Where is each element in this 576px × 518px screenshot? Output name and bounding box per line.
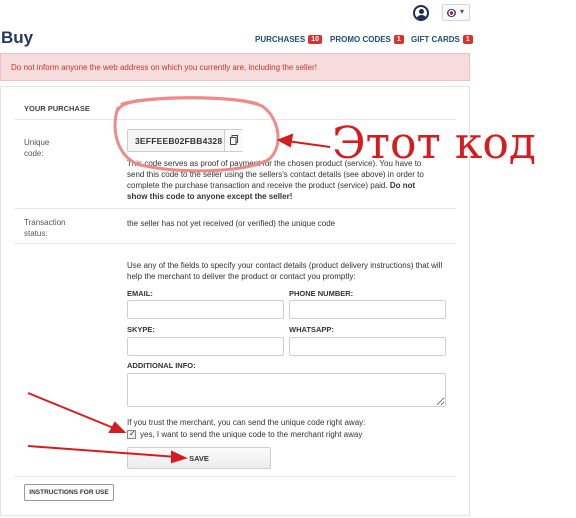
purchases-count-badge: 10	[308, 35, 323, 44]
uk-flag-icon	[447, 9, 456, 17]
copy-icon	[230, 135, 238, 145]
transaction-status-label-line1: Transaction	[24, 218, 66, 227]
nav-purchases[interactable]: PURCHASES 10	[255, 35, 323, 44]
phone-label: PHONE NUMBER:	[289, 289, 354, 298]
additional-info-label: ADDITIONAL INFO:	[127, 361, 196, 370]
warning-text: Do not inform anyone the web address on …	[11, 63, 317, 72]
save-button[interactable]: SAVE	[127, 447, 271, 469]
divider	[14, 243, 456, 244]
skype-label: SKYPE:	[127, 325, 155, 334]
send-code-checkbox[interactable]: ✓	[127, 429, 136, 439]
nav-purchases-label: PURCHASES	[255, 35, 306, 44]
page-title: Buy	[1, 28, 34, 47]
promo-codes-count-badge: 1	[393, 35, 404, 44]
email-label: EMAIL:	[127, 289, 153, 298]
save-button-label: SAVE	[189, 454, 209, 463]
trust-text: If you trust the merchant, you can send …	[127, 418, 366, 427]
contact-intro: Use any of the fields to specify your co…	[127, 261, 443, 281]
phone-input[interactable]	[289, 300, 446, 319]
warning-banner: Do not inform anyone the web address on …	[0, 53, 470, 81]
additional-info-textarea[interactable]	[127, 373, 446, 407]
transaction-status-label-line2: status:	[24, 229, 48, 238]
nav-gift-cards-label: GIFT CARDS	[411, 35, 460, 44]
nav-promo-codes[interactable]: PROMO CODES 1	[330, 35, 404, 44]
user-account-icon[interactable]	[413, 5, 429, 21]
user-head-shape	[419, 9, 424, 14]
whatsapp-input[interactable]	[289, 337, 446, 356]
checkmark-icon: ✓	[129, 429, 136, 438]
send-code-checkbox-label[interactable]: yes, I want to send the unique code to t…	[140, 430, 362, 439]
divider	[14, 476, 456, 477]
instructions-button[interactable]: INSTRUCTIONS FOR USE	[24, 484, 114, 501]
unique-code-label: Unique code:	[24, 137, 49, 159]
copy-code-button[interactable]	[224, 130, 243, 151]
instructions-button-label: INSTRUCTIONS FOR USE	[29, 489, 109, 496]
unique-code-value[interactable]: 3EFFEEB02FBB4328	[135, 136, 222, 146]
annotation-text: Этот код	[332, 118, 536, 169]
unique-code-label-line1: Unique	[24, 138, 50, 147]
user-body-shape	[416, 15, 427, 19]
whatsapp-label: WHATSAPP:	[289, 325, 334, 334]
unique-code-box[interactable]: 3EFFEEB02FBB4328	[127, 129, 243, 152]
unique-code-label-line2: code:	[24, 149, 44, 158]
caret-down-icon: ▾	[460, 7, 465, 16]
divider	[14, 208, 456, 209]
email-input[interactable]	[127, 300, 284, 319]
language-selector[interactable]: ▾	[442, 4, 470, 21]
gift-cards-count-badge: 1	[462, 35, 473, 44]
section-title: YOUR PURCHASE	[24, 104, 90, 113]
nav-gift-cards[interactable]: GIFT CARDS 1	[411, 35, 473, 44]
nav-promo-codes-label: PROMO CODES	[330, 35, 391, 44]
skype-input[interactable]	[127, 337, 284, 356]
transaction-status-label: Transaction status:	[24, 217, 66, 239]
top-bar: ▾	[0, 0, 576, 26]
transaction-status-value: the seller has not yet received (or veri…	[127, 219, 336, 228]
